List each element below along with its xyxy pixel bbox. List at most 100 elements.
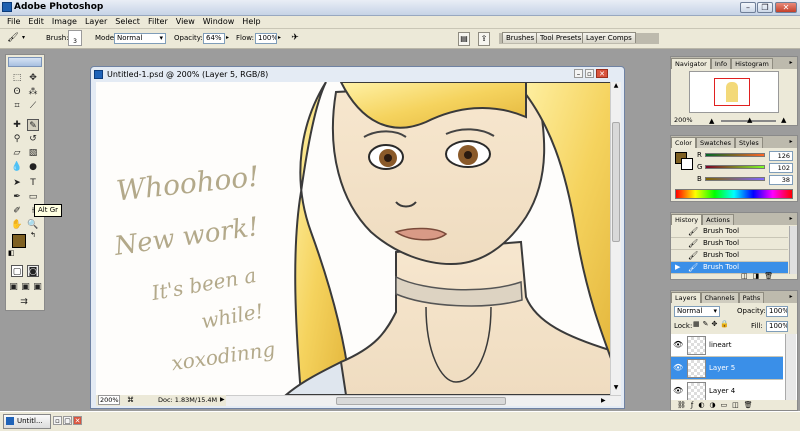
gradient-tool-icon[interactable]: ▧ [27,147,39,159]
magic-wand-icon[interactable]: ⁂ [27,86,39,98]
maximize-icon[interactable]: ❐ [757,2,773,13]
brush-size-picker[interactable]: 3 [68,30,82,46]
canvas[interactable]: Whoohoo! New work! It's been a while! xo… [96,82,610,395]
red-slider[interactable] [705,153,765,157]
notes-tool-icon[interactable]: ✐ [11,205,23,217]
layer-opacity-input[interactable]: 100% [766,306,788,317]
vertical-scrollbar[interactable]: ▲ ▼ [610,82,621,395]
quick-mask-icon[interactable]: ◙ [27,265,39,277]
maximize-icon[interactable]: ▢ [63,416,72,425]
blur-tool-icon[interactable]: 💧 [11,161,23,173]
go-to-imageready-icon[interactable]: ⇪ [478,32,490,46]
minimize-icon[interactable]: – [740,2,756,13]
tab-layer-comps[interactable]: Layer Comps [582,32,636,43]
zoom-slider-thumb-icon[interactable]: ▲ [747,116,752,124]
scroll-up-icon[interactable]: ▲ [612,82,620,91]
tab-history[interactable]: History [671,214,703,225]
panel-menu-icon[interactable]: ▸ [787,59,795,67]
restore-icon[interactable]: ▫ [53,416,62,425]
doc-maximize-icon[interactable]: ▫ [585,69,594,78]
tab-layers[interactable]: Layers [671,292,701,303]
horizontal-scroll-thumb[interactable] [336,397,506,405]
menu-select[interactable]: Select [115,16,140,28]
mode-select[interactable]: Normal ▾ [114,33,166,44]
pen-tool-icon[interactable]: ✒ [11,191,23,203]
panel-menu-icon[interactable]: ▸ [787,293,795,301]
flow-input[interactable]: 100% [255,33,277,44]
tab-paths[interactable]: Paths [738,292,765,303]
type-tool-icon[interactable]: T [27,177,39,189]
close-icon[interactable]: ✕ [73,416,82,425]
eraser-tool-icon[interactable]: ▱ [11,147,23,159]
color-ramp[interactable] [675,189,793,199]
tab-navigator[interactable]: Navigator [671,58,711,69]
brush-tool-icon[interactable]: ✎ [27,119,39,131]
healing-brush-icon[interactable]: ✚ [11,119,23,131]
layer-row-selected[interactable]: 👁 Layer 5 [671,357,783,380]
foreground-color-swatch[interactable] [12,234,26,248]
standard-mode-icon[interactable]: ▢ [11,265,23,277]
rectangle-tool-icon[interactable]: ▭ [27,191,39,203]
red-value[interactable]: 126 [769,151,793,161]
eye-icon[interactable]: 👁 [673,363,683,373]
green-value[interactable]: 102 [769,163,793,173]
zoom-in-icon[interactable]: ▲ [781,116,786,124]
crop-tool-icon[interactable]: ⌗ [11,100,23,112]
dodge-tool-icon[interactable]: ● [27,161,39,173]
menu-edit[interactable]: Edit [28,16,44,28]
brush-preset-picker-icon[interactable]: 🖌 [6,32,20,44]
history-item[interactable]: 🖌 Brush Tool [671,226,788,238]
tab-histogram[interactable]: Histogram [731,58,773,69]
tab-brushes[interactable]: Brushes [502,32,539,43]
doc-close-icon[interactable]: ✕ [596,69,608,78]
zoom-field[interactable]: 200% [98,395,120,405]
tab-info[interactable]: Info [710,58,732,69]
marquee-tool-icon[interactable]: ⬚ [11,72,23,84]
close-icon[interactable]: ✕ [775,2,797,13]
menu-image[interactable]: Image [52,16,77,28]
clone-stamp-icon[interactable]: ⚲ [11,133,23,145]
minimized-document-button[interactable]: Untitl... [3,414,51,429]
swap-colors-icon[interactable]: ↰ [30,231,36,239]
lock-icons[interactable]: ▦✎✥🔒 [693,320,732,328]
tab-color[interactable]: Color [671,137,696,148]
default-colors-icon[interactable]: ◧ [8,249,15,257]
zoom-tool-icon[interactable]: 🔍 [27,219,39,231]
path-selection-icon[interactable]: ➤ [11,177,23,189]
layers-scrollbar[interactable] [785,334,796,400]
fill-input[interactable]: 100% [766,321,788,332]
layer-row[interactable]: 👁 Layer 4 [671,380,783,400]
layers-footer-icons[interactable]: ⛓ƒ◐◑▭◫🗑 [677,401,758,409]
history-scrollbar[interactable] [789,226,797,274]
status-menu-arrow-icon[interactable]: ▶ [220,395,225,405]
menu-layer[interactable]: Layer [85,16,107,28]
history-footer-icons[interactable]: ◫◨🗑 [741,272,778,280]
screen-mode-full-menu-icon[interactable]: ▣ [20,281,31,293]
tab-swatches[interactable]: Swatches [695,137,736,148]
history-brush-icon[interactable]: ↺ [27,133,39,145]
menu-filter[interactable]: Filter [148,16,168,28]
jump-to-imageready-icon[interactable]: ⇉ [18,296,30,308]
zoom-out-icon[interactable]: ▲ [709,117,714,125]
menu-view[interactable]: View [176,16,195,28]
tab-actions[interactable]: Actions [702,214,734,225]
green-slider[interactable] [705,165,765,169]
opacity-slider-arrow-icon[interactable]: ▸ [226,34,229,41]
hand-tool-icon[interactable]: ✋ [11,219,23,231]
opacity-input[interactable]: 64% [203,33,225,44]
panel-menu-icon[interactable]: ▸ [787,215,795,223]
blue-value[interactable]: 38 [769,175,793,185]
blend-mode-select[interactable]: Normal ▾ [674,306,720,317]
screen-mode-full-icon[interactable]: ▣ [32,281,43,293]
menu-file[interactable]: File [7,16,20,28]
tab-tool-presets[interactable]: Tool Presets [536,32,586,43]
history-item[interactable]: 🖌 Brush Tool [671,250,788,262]
doc-minimize-icon[interactable]: – [574,69,583,78]
lasso-tool-icon[interactable]: ʘ [11,86,23,98]
tab-styles[interactable]: Styles [735,137,763,148]
layer-row[interactable]: 👁 lineart [671,334,783,357]
menu-help[interactable]: Help [242,16,260,28]
scroll-down-icon[interactable]: ▼ [612,384,620,393]
scroll-right-icon[interactable]: ▶ [601,396,609,406]
tab-channels[interactable]: Channels [700,292,739,303]
